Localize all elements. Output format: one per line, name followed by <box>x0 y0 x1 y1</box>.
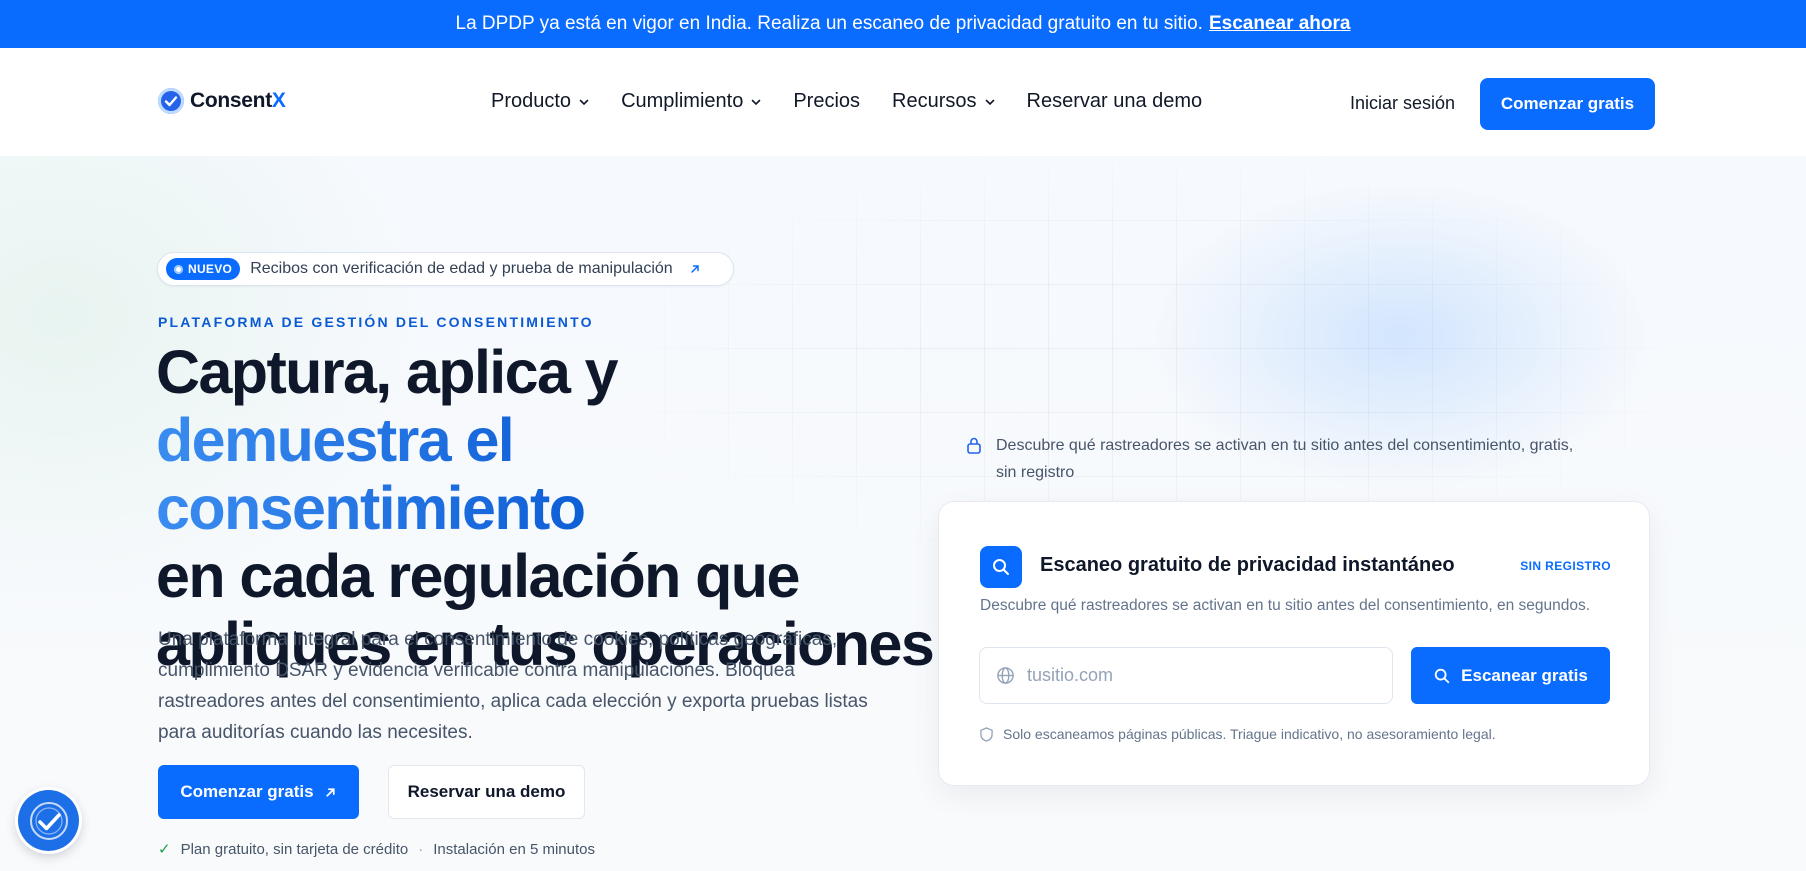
consent-preferences-badge-icon[interactable] <box>18 790 79 851</box>
headline-line-2-highlight: demuestra el consentimiento <box>156 406 936 542</box>
scan-card-title: Escaneo gratuito de privacidad instantán… <box>1040 554 1455 576</box>
scan-note-text: Descubre qué rastreadores se activan en … <box>996 437 1574 481</box>
nav-item-recursos[interactable]: Recursos <box>892 90 994 113</box>
new-badge: NUEVO <box>166 258 241 280</box>
separator-dot: · <box>418 840 424 858</box>
nav-item-cumplimiento[interactable]: Cumplimiento <box>621 90 761 113</box>
search-icon <box>1434 668 1450 683</box>
nav-label: Precios <box>793 90 861 112</box>
url-input[interactable] <box>1027 665 1367 686</box>
eyebrow-label: PLATAFORMA DE GESTIÓN DEL CONSENTIMIENTO <box>158 314 594 330</box>
lock-icon <box>967 437 981 454</box>
no-signup-badge: SIN REGISTRO <box>1520 559 1611 573</box>
new-badge-label: NUEVO <box>188 262 233 276</box>
chevron-down-icon <box>579 99 589 105</box>
privacy-scan-card: Escaneo gratuito de privacidad instantán… <box>938 501 1650 786</box>
announcement-text: La DPDP ya está en vigor en India. Reali… <box>455 13 1203 34</box>
nav-label: Reservar una demo <box>1026 90 1203 112</box>
nav-item-precios[interactable]: Precios <box>793 90 860 113</box>
button-label: Comenzar gratis <box>180 782 314 801</box>
nav-item-demo[interactable]: Reservar una demo <box>1027 90 1203 113</box>
button-label: Escanear gratis <box>1461 665 1588 685</box>
globe-icon <box>997 667 1014 684</box>
arrow-up-right-icon <box>690 265 699 273</box>
announcement-pill[interactable]: NUEVO Recibos con verificación de edad y… <box>157 252 734 286</box>
scan-note: Descubre qué rastreadores se activan en … <box>966 432 1586 486</box>
perk-item: Plan gratuito, sin tarjeta de crédito <box>180 840 409 858</box>
hero-start-free-button[interactable]: Comenzar gratis <box>158 765 359 819</box>
hero-subtitle: Una plataforma integral para el consenti… <box>158 629 868 743</box>
main-nav: Producto Cumplimiento Precios Recursos R… <box>491 90 1202 113</box>
scan-free-button[interactable]: Escanear gratis <box>1411 647 1610 704</box>
perk-item: Instalación en 5 minutos <box>433 840 595 858</box>
pill-text: Recibos con verificación de edad y prueb… <box>250 260 673 277</box>
hero-book-demo-button[interactable]: Reservar una demo <box>388 765 585 819</box>
dot-icon <box>174 264 183 274</box>
scan-disclaimer: Solo escaneamos páginas públicas. Triagu… <box>980 726 1496 742</box>
logo-check-icon <box>158 88 184 114</box>
check-icon: ✓ <box>158 841 171 858</box>
login-link[interactable]: Iniciar sesión <box>1350 93 1455 114</box>
chevron-down-icon <box>752 99 761 105</box>
chevron-down-icon <box>985 99 994 105</box>
announcement-bar: La DPDP ya está en vigor en India. Reali… <box>0 0 1806 48</box>
logo-text: Consent <box>190 89 272 112</box>
announcement-link[interactable]: Escanear ahora <box>1209 13 1351 35</box>
nav-item-producto[interactable]: Producto <box>491 90 589 113</box>
disclaimer-text: Solo escaneamos páginas públicas. Triagu… <box>1003 726 1496 742</box>
scan-card-description: Descubre qué rastreadores se activan en … <box>980 597 1591 614</box>
logo-suffix: X <box>271 89 286 112</box>
shield-icon <box>980 726 993 742</box>
url-field[interactable] <box>979 647 1393 704</box>
nav-label: Recursos <box>892 90 977 112</box>
site-header: Consent X Producto Cumplimiento Precios R… <box>0 48 1806 156</box>
start-free-button[interactable]: Comenzar gratis <box>1480 78 1655 130</box>
headline-line-1: Captura, aplica y <box>156 338 619 406</box>
arrow-up-right-icon <box>325 787 335 797</box>
search-icon <box>980 546 1022 588</box>
logo[interactable]: Consent X <box>158 88 286 114</box>
headline-line-3: en cada regulación que <box>156 542 800 610</box>
nav-label: Cumplimiento <box>621 90 744 112</box>
nav-label: Producto <box>491 90 572 112</box>
hero-perks: ✓ Plan gratuito, sin tarjeta de crédito … <box>158 840 595 859</box>
